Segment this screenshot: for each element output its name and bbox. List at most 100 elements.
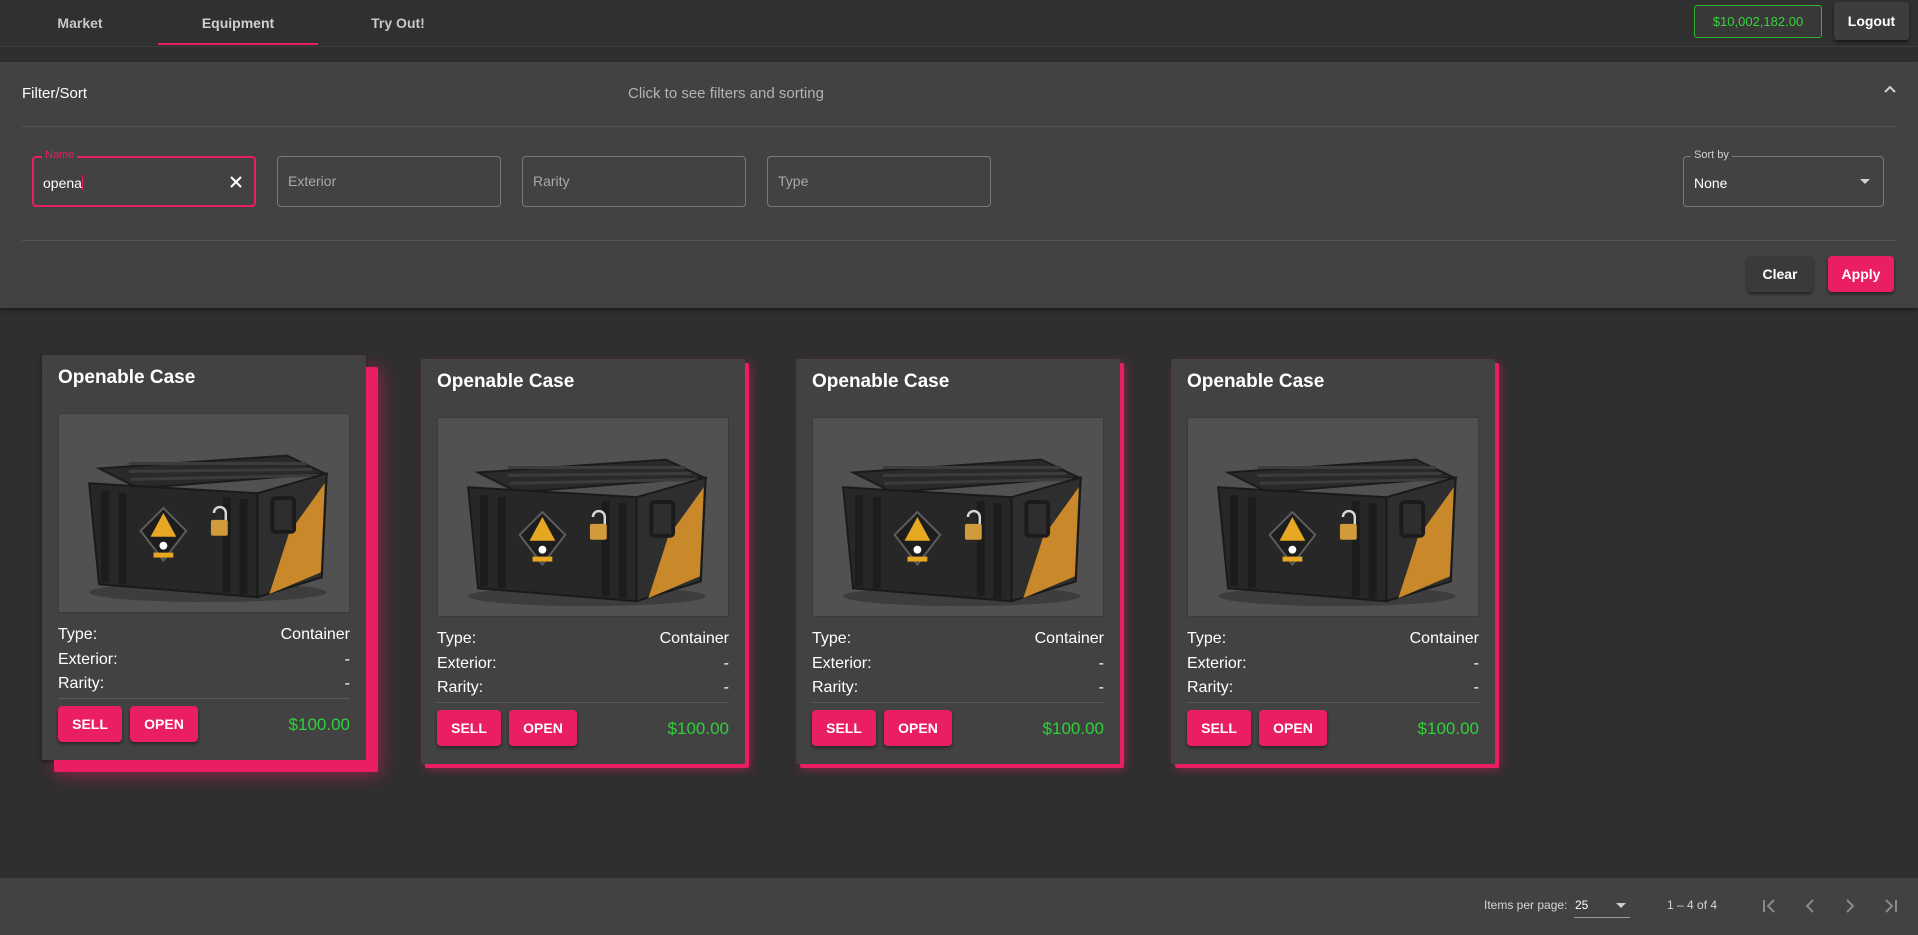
tab-try-out[interactable]: Try Out! (318, 0, 478, 46)
first-page-icon[interactable] (1759, 895, 1781, 917)
exterior-placeholder: Exterior (288, 173, 337, 189)
type-filter-field[interactable]: Type (767, 156, 991, 207)
type-label: Type: (58, 626, 98, 643)
item-card: Openable Case Type: Container Exterior: - … (42, 355, 366, 760)
item-card: Openable Case Type: Container Exterior: - … (421, 359, 745, 764)
open-button[interactable]: OPEN (509, 710, 577, 746)
type-value: Container (659, 630, 729, 647)
logout-button[interactable]: Logout (1834, 2, 1909, 40)
sort-by-select[interactable]: Sort by None (1683, 149, 1884, 207)
name-filter-field[interactable]: Name opena (32, 149, 256, 207)
name-input-value: opena (43, 175, 82, 191)
rarity-label: Rarity: (437, 679, 484, 696)
sell-button[interactable]: SELL (58, 706, 122, 742)
rarity-value: - (723, 679, 729, 696)
dropdown-arrow-icon (1860, 179, 1870, 184)
divider (812, 702, 1104, 703)
filter-panel-title[interactable]: Filter/Sort (22, 85, 87, 102)
top-nav-bar: Market Equipment Try Out! $10,002,182.00… (0, 0, 1918, 47)
open-button[interactable]: OPEN (1259, 710, 1327, 746)
balance-display: $10,002,182.00 (1694, 5, 1822, 38)
item-rarity-row: Rarity: - (437, 679, 729, 697)
divider (1187, 702, 1479, 703)
tab-equipment[interactable]: Equipment (158, 0, 318, 46)
filter-panel-description[interactable]: Click to see filters and sorting (628, 85, 824, 102)
type-label: Type: (437, 630, 477, 647)
sort-by-label: Sort by (1691, 149, 1732, 161)
sell-button[interactable]: SELL (812, 710, 876, 746)
weapon-case-image (58, 413, 350, 613)
name-input[interactable]: opena (43, 175, 83, 191)
rarity-value: - (1098, 679, 1104, 696)
items-per-page-value: 25 (1575, 898, 1589, 912)
divider (58, 698, 350, 699)
chevron-right-icon[interactable] (1839, 895, 1861, 917)
item-name: Openable Case (812, 371, 950, 392)
item-type-row: Type: Container (58, 626, 350, 644)
item-type-row: Type: Container (1187, 630, 1479, 648)
type-placeholder: Type (778, 173, 809, 189)
tab-market[interactable]: Market (0, 0, 160, 46)
active-tab-indicator (158, 43, 318, 45)
exterior-value: - (344, 651, 350, 668)
item-card: Openable Case Type: Container Exterior: - … (796, 359, 1120, 764)
weapon-case-image (812, 417, 1104, 617)
open-button[interactable]: OPEN (884, 710, 952, 746)
weapon-case-image (437, 417, 729, 617)
divider (22, 126, 1896, 127)
exterior-label: Exterior: (812, 655, 872, 672)
item-exterior-row: Exterior: - (437, 655, 729, 673)
paginator: Items per page: 25 1 – 4 of 4 (0, 878, 1918, 935)
rarity-value: - (1473, 679, 1479, 696)
rarity-filter-field[interactable]: Rarity (522, 156, 746, 207)
item-price: $100.00 (1042, 719, 1104, 738)
item-price: $100.00 (667, 719, 729, 738)
exterior-filter-field[interactable]: Exterior (277, 156, 501, 207)
item-rarity-row: Rarity: - (812, 679, 1104, 697)
sell-button[interactable]: SELL (437, 710, 501, 746)
exterior-label: Exterior: (58, 651, 118, 668)
item-card: Openable Case Type: Container Exterior: - … (1171, 359, 1495, 764)
item-name: Openable Case (1187, 371, 1325, 392)
item-exterior-row: Exterior: - (1187, 655, 1479, 673)
type-label: Type: (812, 630, 852, 647)
dropdown-arrow-icon (1616, 903, 1626, 908)
rarity-value: - (344, 675, 350, 692)
items-per-page-select[interactable]: 25 (1574, 892, 1630, 918)
divider (437, 702, 729, 703)
filter-panel: Filter/Sort Click to see filters and sor… (0, 62, 1918, 308)
item-exterior-row: Exterior: - (58, 651, 350, 669)
item-price: $100.00 (1417, 719, 1479, 738)
item-type-row: Type: Container (437, 630, 729, 648)
items-per-page-label: Items per page: (1484, 898, 1568, 912)
page-range-label: 1 – 4 of 4 (1667, 898, 1718, 912)
sort-by-value: None (1694, 175, 1728, 191)
item-exterior-row: Exterior: - (812, 655, 1104, 673)
type-label: Type: (1187, 630, 1227, 647)
exterior-value: - (1098, 655, 1104, 672)
item-name: Openable Case (58, 367, 196, 388)
chevron-up-icon[interactable] (1880, 80, 1900, 100)
item-type-row: Type: Container (812, 630, 1104, 648)
rarity-label: Rarity: (58, 675, 105, 692)
type-value: Container (1409, 630, 1479, 647)
type-value: Container (1034, 630, 1104, 647)
divider (22, 240, 1896, 241)
exterior-label: Exterior: (1187, 655, 1247, 672)
type-value: Container (280, 626, 350, 643)
name-field-label: Name (42, 149, 78, 161)
item-name: Openable Case (437, 371, 575, 392)
rarity-placeholder: Rarity (533, 173, 570, 189)
apply-button[interactable]: Apply (1828, 256, 1894, 292)
clear-button[interactable]: Clear (1747, 256, 1813, 292)
chevron-left-icon[interactable] (1799, 895, 1821, 917)
last-page-icon[interactable] (1879, 895, 1901, 917)
sell-button[interactable]: SELL (1187, 710, 1251, 746)
close-icon[interactable] (227, 173, 245, 191)
item-rarity-row: Rarity: - (1187, 679, 1479, 697)
exterior-value: - (1473, 655, 1479, 672)
rarity-label: Rarity: (1187, 679, 1234, 696)
weapon-case-image (1187, 417, 1479, 617)
item-price: $100.00 (288, 715, 350, 734)
open-button[interactable]: OPEN (130, 706, 198, 742)
